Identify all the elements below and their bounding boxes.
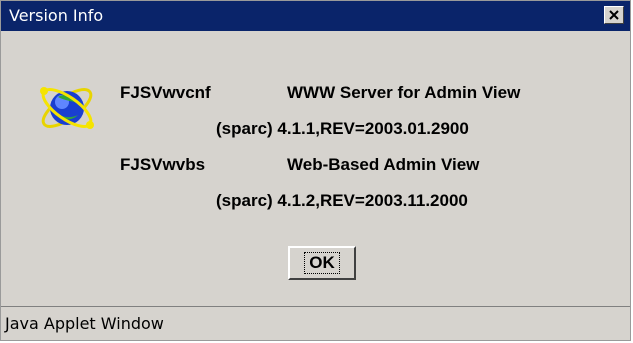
package-1-name: FJSVwvcnf: [120, 83, 211, 102]
status-bar: Java Applet Window: [1, 306, 630, 340]
package-1-description: WWW Server for Admin View: [287, 83, 521, 102]
window-title: Version Info: [9, 6, 104, 25]
close-icon: [609, 10, 619, 20]
status-text: Java Applet Window: [5, 314, 164, 333]
close-button[interactable]: [604, 6, 624, 24]
title-bar[interactable]: Version Info: [1, 1, 630, 31]
package-2-description: Web-Based Admin View: [287, 155, 480, 174]
package-2-version: (sparc) 4.1.2,REV=2003.11.2000: [216, 191, 468, 210]
version-info-window: Version Info FJSVwvcnf WWW Server for Ad…: [0, 0, 631, 341]
package-2-name: FJSVwvbs: [120, 155, 206, 174]
globe-orbit-icon: [40, 87, 94, 129]
package-1-version: (sparc) 4.1.1,REV=2003.01.2900: [216, 119, 469, 138]
ok-button[interactable]: OK: [288, 246, 356, 280]
ok-button-label: OK: [304, 252, 340, 274]
